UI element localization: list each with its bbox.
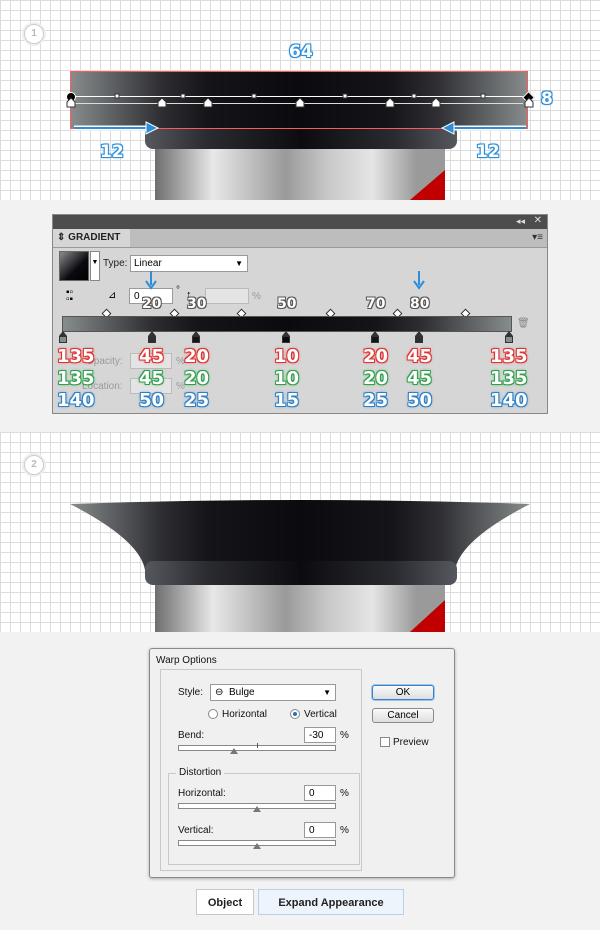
stop-b-value: 25 (184, 390, 210, 411)
color-stop-50[interactable] (282, 331, 290, 343)
chevron-down-icon: ▼ (323, 688, 331, 697)
color-stop-80[interactable] (415, 331, 423, 343)
step-badge-2: 2 (24, 455, 44, 475)
distortion-vertical-percent: % (340, 825, 349, 836)
stop-r-value: 135 (57, 346, 95, 367)
left-offset-label: 12 (100, 142, 124, 162)
stop-g-value: 45 (407, 368, 433, 389)
stop-g-value: 10 (274, 368, 300, 389)
reverse-gradient-icon[interactable]: ▪▫ ▫▪ (66, 288, 80, 305)
hat-crown-artwork-step1 (155, 149, 445, 200)
warp-options-dialog: Warp Options Style: ⊖ Bulge ▼ Horizontal… (149, 648, 455, 878)
vertical-radio-label: Vertical (304, 709, 337, 720)
hat-band-artwork-step2 (145, 561, 457, 585)
color-stop-100[interactable] (505, 331, 513, 343)
bend-label: Bend: (178, 730, 205, 741)
panel-menu-icon[interactable]: ▾≡ (532, 232, 543, 243)
right-offset-label: 12 (476, 142, 500, 162)
bend-slider-center-tick (257, 743, 258, 748)
collapse-panel-icon[interactable]: ◂◂ (516, 216, 525, 227)
stop-b-value: 15 (274, 390, 300, 411)
location-label-50: 50 (277, 296, 297, 312)
aspect-percent: % (252, 291, 261, 302)
expand-appearance-button[interactable]: Expand Appearance (258, 889, 404, 915)
dialog-title: Warp Options (156, 655, 217, 666)
distortion-vertical-thumb[interactable] (253, 843, 261, 849)
swatch-dropdown-icon[interactable]: ▼ (90, 251, 100, 281)
gradient-slider-bar[interactable] (62, 316, 512, 332)
bend-slider-thumb[interactable] (230, 748, 238, 754)
panel-titlebar: ◂◂ ✕ (53, 215, 547, 229)
distortion-horizontal-thumb[interactable] (253, 806, 261, 812)
distortion-horizontal-label: Horizontal: (178, 788, 226, 799)
hat-crown-artwork-step2 (155, 580, 445, 632)
cancel-button[interactable]: Cancel (372, 708, 434, 723)
color-stop-30[interactable] (192, 331, 200, 343)
arrow-down-icon (413, 271, 425, 290)
distortion-label: Distortion (176, 767, 225, 778)
gradient-swatch[interactable] (59, 251, 89, 281)
stop-b-value: 25 (363, 390, 389, 411)
arrow-down-icon (145, 271, 157, 290)
width-dimension-label: 64 (289, 42, 313, 62)
chevron-down-icon: ▼ (235, 259, 243, 268)
stop-r-value: 10 (274, 346, 300, 367)
stop-r-value: 135 (490, 346, 528, 367)
warped-brim-artwork (70, 500, 530, 570)
height-dimension-label: 8 (541, 89, 553, 109)
distortion-horizontal-percent: % (340, 788, 349, 799)
color-stop-20[interactable] (148, 331, 156, 343)
style-label: Style: (178, 687, 204, 698)
location-label-70: 70 (366, 296, 386, 312)
degree-symbol: ° (176, 285, 180, 296)
stop-b-value: 140 (490, 390, 528, 411)
stop-r-value: 20 (363, 346, 389, 367)
stop-b-value: 140 (57, 390, 95, 411)
gradient-annotator-stops[interactable] (60, 86, 540, 114)
gradient-panel: ◂◂ ✕ ⇕ GRADIENT ▾≡ (52, 214, 548, 414)
object-menu-button[interactable]: Object (196, 889, 254, 915)
vertical-radio[interactable] (290, 709, 300, 719)
stop-g-value: 20 (184, 368, 210, 389)
left-offset-arrow-icon (74, 121, 160, 135)
bend-percent: % (340, 730, 349, 741)
horizontal-radio[interactable] (208, 709, 218, 719)
stop-g-value: 20 (363, 368, 389, 389)
right-offset-arrow-icon (440, 121, 526, 135)
ok-button[interactable]: OK (372, 685, 434, 700)
preview-checkbox[interactable] (380, 737, 390, 747)
stop-g-value: 45 (139, 368, 165, 389)
location-label-30: 30 (187, 296, 207, 312)
stop-b-value: 50 (407, 390, 433, 411)
horizontal-radio-label: Horizontal (222, 709, 268, 720)
close-panel-icon[interactable]: ✕ (534, 215, 542, 226)
type-label: Type: (103, 258, 128, 269)
location-label-20: 20 (142, 296, 162, 312)
location-label-80: 80 (410, 296, 430, 312)
stop-r-value: 45 (139, 346, 165, 367)
stop-r-value: 20 (184, 346, 210, 367)
stop-b-value: 50 (139, 390, 165, 411)
preview-label: Preview (393, 737, 429, 748)
aspect-ratio-input (205, 288, 249, 304)
panel-tab-bar: ⇕ GRADIENT ▾≡ (53, 229, 547, 248)
tab-arrows-icon: ⇕ (57, 232, 69, 243)
distortion-horizontal-input[interactable]: 0 (304, 785, 336, 801)
color-stop-0[interactable] (59, 331, 67, 343)
style-select[interactable]: ⊖ Bulge ▼ (210, 684, 336, 701)
stop-g-value: 135 (490, 368, 528, 389)
bend-input[interactable]: -30 (304, 727, 336, 743)
stop-g-value: 135 (57, 368, 95, 389)
distortion-vertical-input[interactable]: 0 (304, 822, 336, 838)
bulge-icon: ⊖ (215, 687, 224, 698)
stop-r-value: 45 (407, 346, 433, 367)
distortion-vertical-label: Vertical: (178, 825, 214, 836)
angle-icon: ⊿ (108, 290, 117, 301)
color-stop-70[interactable] (371, 331, 379, 343)
tab-gradient[interactable]: ⇕ GRADIENT (53, 229, 131, 247)
delete-stop-icon[interactable]: 🗑 (517, 318, 530, 329)
step-badge-1: 1 (24, 24, 44, 44)
